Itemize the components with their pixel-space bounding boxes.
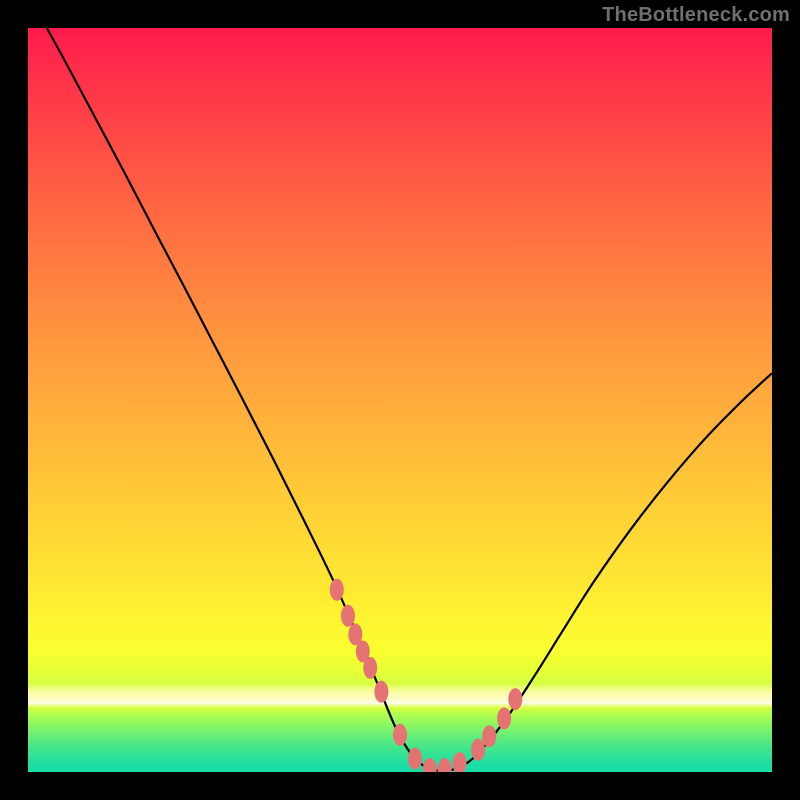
highlight-dot <box>408 748 422 770</box>
highlight-dot <box>374 681 388 703</box>
highlight-dot <box>363 657 377 679</box>
highlight-dots-group <box>330 579 523 772</box>
plot-area <box>28 28 772 772</box>
highlight-dot <box>453 752 467 772</box>
highlight-dot <box>497 707 511 729</box>
watermark-text: TheBottleneck.com <box>602 4 790 27</box>
curve-layer <box>28 28 772 772</box>
highlight-dot <box>423 758 437 772</box>
highlight-dot <box>341 605 355 627</box>
chart-frame: TheBottleneck.com <box>0 0 800 800</box>
highlight-dot <box>438 758 452 772</box>
bottleneck-curve <box>28 28 772 771</box>
highlight-dot <box>508 688 522 710</box>
highlight-dot <box>330 579 344 601</box>
highlight-dot <box>482 725 496 747</box>
highlight-dot <box>471 739 485 761</box>
highlight-dot <box>393 724 407 746</box>
